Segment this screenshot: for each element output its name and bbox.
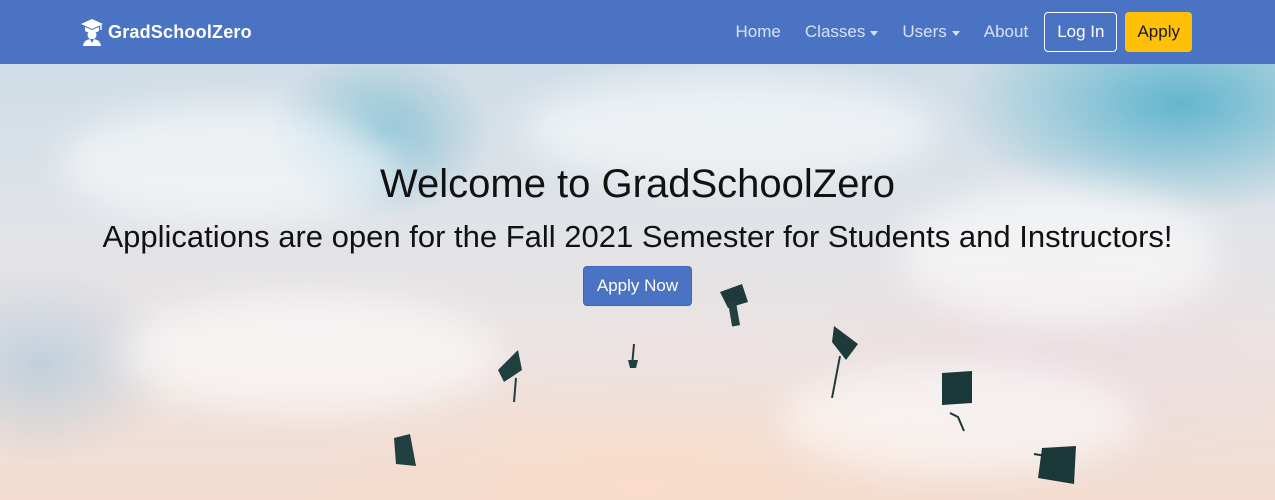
hero-subtitle: Applications are open for the Fall 2021 …: [102, 219, 1173, 254]
hero-title: Welcome to GradSchoolZero: [379, 162, 896, 206]
caret-down-icon: [951, 30, 960, 36]
nav-classes-dropdown[interactable]: Classes: [793, 22, 890, 42]
graduation-cap-icon: [1033, 446, 1076, 484]
hero-content: Welcome to GradSchoolZero Applications a…: [0, 160, 1275, 306]
brand-link[interactable]: GradSchoolZero: [80, 16, 252, 48]
graduation-cap-icon: [831, 326, 858, 399]
nav-about[interactable]: About: [972, 22, 1040, 42]
nav-users-dropdown[interactable]: Users: [890, 22, 971, 42]
caret-down-icon: [870, 30, 879, 36]
nav-about-label: About: [983, 22, 1029, 41]
brand-name: GradSchoolZero: [108, 21, 252, 42]
nav-classes-label: Classes: [804, 22, 866, 41]
login-button[interactable]: Log In: [1044, 12, 1118, 52]
apply-button[interactable]: Apply: [1125, 12, 1192, 52]
sky-cloud: [120, 294, 500, 414]
nav-links: Home Classes Users About Log In Apply: [724, 12, 1192, 52]
graduate-icon: [81, 19, 103, 46]
graduation-cap-icon: [942, 371, 972, 432]
graduation-cap-icon: [628, 343, 638, 368]
apply-now-button[interactable]: Apply Now: [582, 266, 693, 306]
nav-home-label: Home: [735, 22, 781, 41]
navbar: GradSchoolZero Home Classes Users About …: [0, 0, 1275, 64]
nav-users-label: Users: [902, 22, 947, 41]
nav-home[interactable]: Home: [724, 22, 793, 42]
graduation-cap-icon: [498, 350, 522, 403]
graduation-cap-icon: [394, 434, 416, 466]
hero-banner: Welcome to GradSchoolZero Applications a…: [0, 64, 1275, 500]
